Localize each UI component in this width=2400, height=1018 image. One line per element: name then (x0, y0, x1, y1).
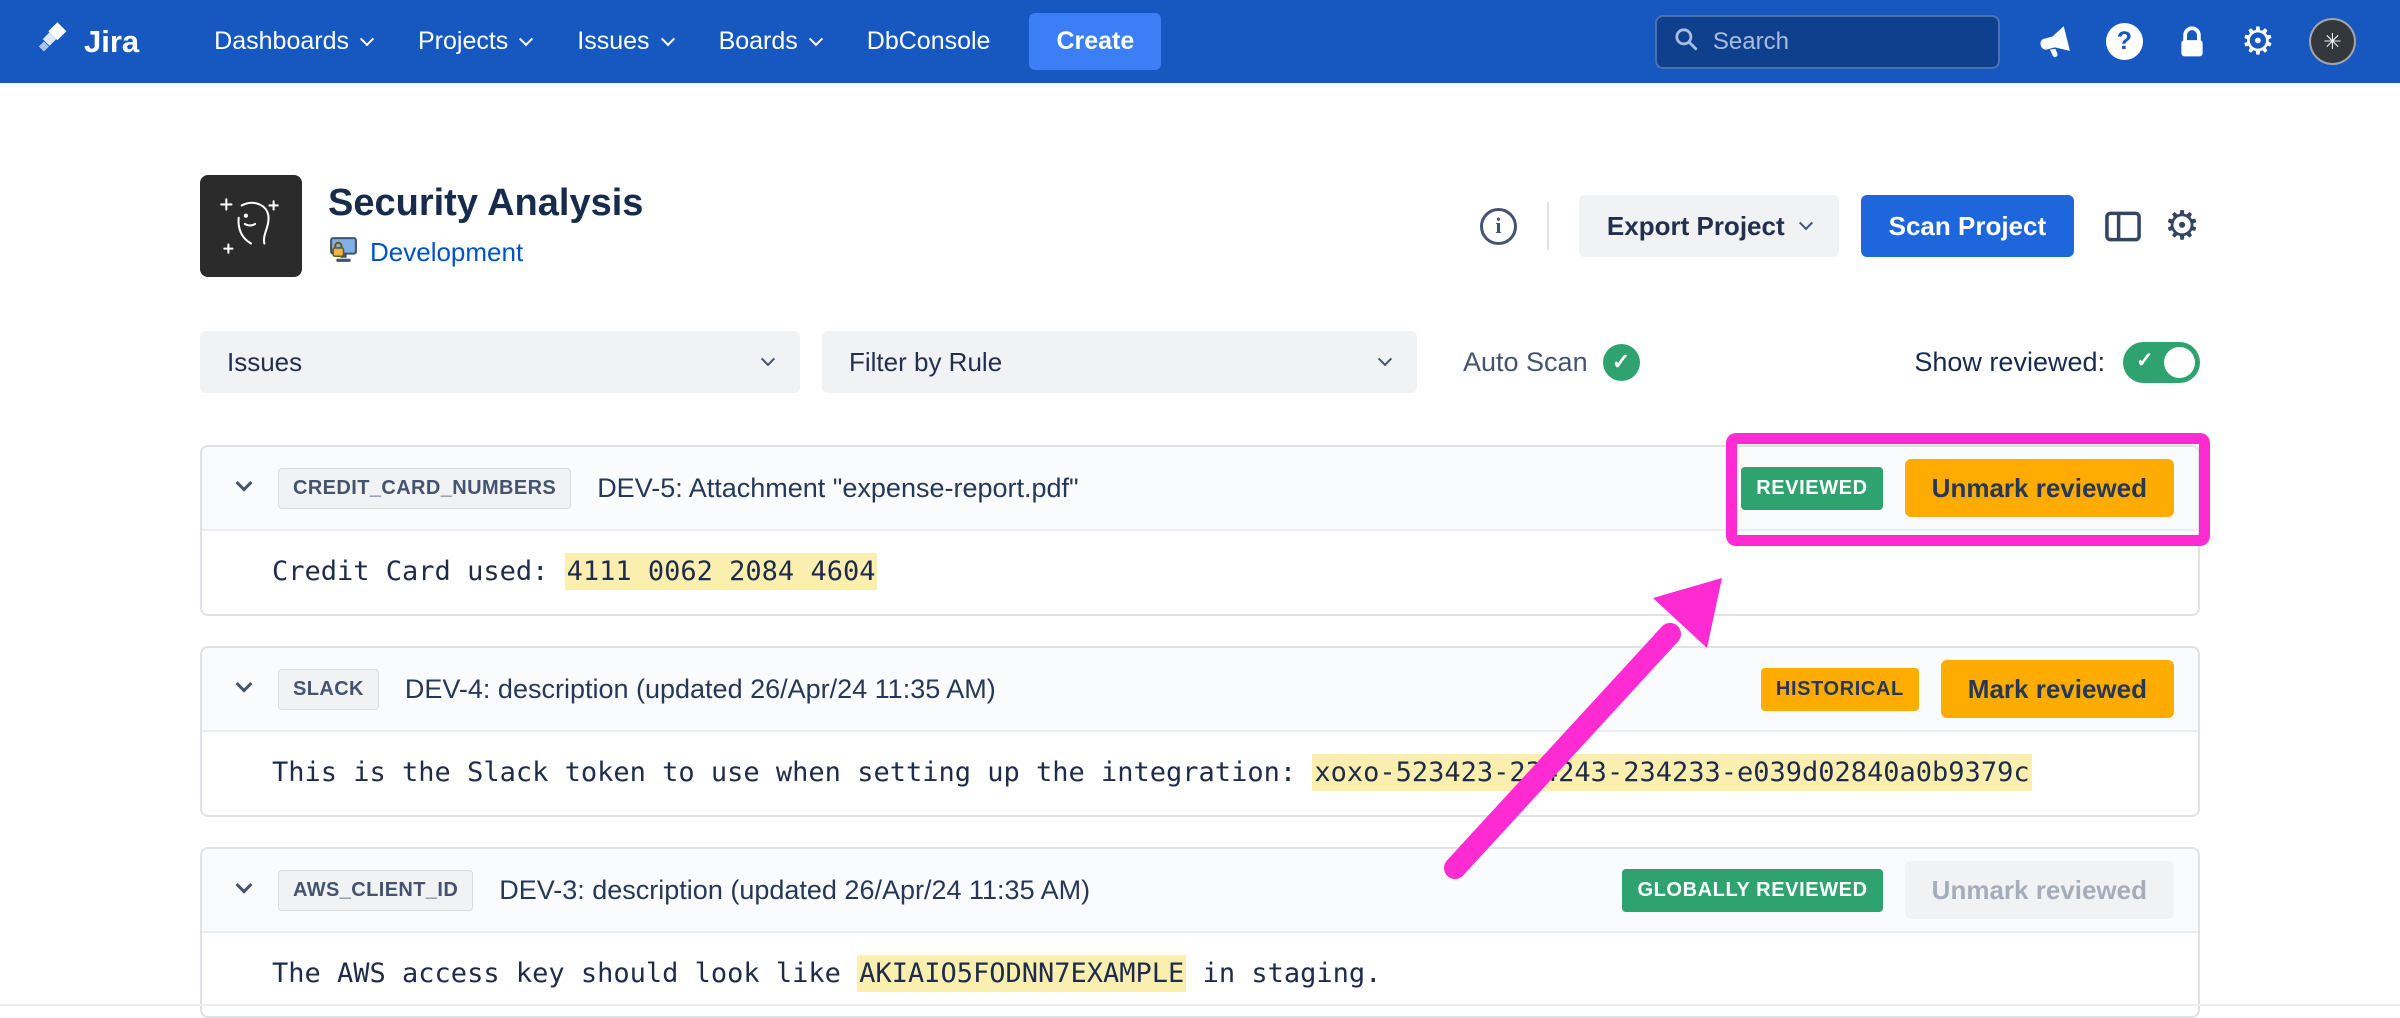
search-input[interactable] (1713, 28, 1982, 56)
content-text: in staging. (1186, 958, 1381, 989)
collapse-chevron-icon[interactable] (238, 479, 250, 497)
nav-item-label: Dashboards (214, 27, 349, 56)
search-icon (1673, 26, 1699, 57)
settings-gear-icon[interactable]: ⚙ (2241, 23, 2275, 61)
nav-item-projects[interactable]: Projects (395, 0, 554, 83)
issue-card-header[interactable]: AWS_CLIENT_ID DEV-3: description (update… (202, 849, 2198, 933)
side-panel-icon[interactable] (2104, 210, 2142, 243)
nav-item-label: Projects (418, 27, 508, 56)
collapse-chevron-icon[interactable] (238, 680, 250, 698)
chevron-down-icon (809, 32, 823, 46)
unmark-reviewed-button-disabled: Unmark reviewed (1905, 861, 2174, 919)
avatar-glyph: ✳ (2323, 29, 2341, 55)
toggle-knob (2164, 347, 2195, 378)
project-avatar (200, 175, 302, 277)
export-project-button[interactable]: Export Project (1579, 195, 1839, 257)
info-icon[interactable]: i (1480, 208, 1517, 245)
status-badge: HISTORICAL (1761, 668, 1919, 711)
rule-badge: CREDIT_CARD_NUMBERS (278, 468, 571, 509)
nav-item-dbconsole[interactable]: DbConsole (844, 0, 1014, 83)
filter-row: Issues Filter by Rule Auto Scan ✓ Show r… (200, 331, 2200, 393)
chevron-down-icon (519, 32, 533, 46)
project-info: Security Analysis Development (328, 182, 643, 270)
nav-item-label: DbConsole (867, 27, 991, 56)
nav-item-dashboards[interactable]: Dashboards (191, 0, 395, 83)
main-content: Security Analysis Development i (200, 175, 2200, 1018)
jira-logo-icon (36, 20, 72, 64)
issues-dropdown[interactable]: Issues (200, 331, 800, 393)
project-subtitle: Development (328, 234, 643, 270)
divider (1547, 202, 1549, 250)
announcements-icon[interactable] (2034, 23, 2072, 61)
top-navbar: Jira Dashboards Projects Issues Boards D… (0, 0, 2400, 83)
chevron-down-icon (1799, 216, 1813, 230)
issue-actions: HISTORICAL Mark reviewed (1761, 660, 2174, 718)
issue-card-dev3: AWS_CLIENT_ID DEV-3: description (update… (200, 847, 2200, 1018)
issue-actions: GLOBALLY REVIEWED Unmark reviewed (1622, 861, 2174, 919)
issue-actions: REVIEWED Unmark reviewed (1741, 459, 2174, 517)
global-search[interactable] (1655, 15, 2000, 69)
bottom-divider (0, 1004, 2400, 1006)
issue-card-header[interactable]: SLACK DEV-4: description (updated 26/Apr… (202, 648, 2198, 732)
auto-scan-check-icon: ✓ (1603, 344, 1640, 381)
toggle-check-glyph: ✓ (2136, 348, 2154, 373)
filter-by-rule-dropdown[interactable]: Filter by Rule (822, 331, 1417, 393)
project-avatar-art (214, 189, 288, 263)
nav-item-boards[interactable]: Boards (696, 0, 844, 83)
issue-card-dev4: SLACK DEV-4: description (updated 26/Apr… (200, 646, 2200, 817)
info-glyph: i (1495, 213, 1501, 239)
nav-item-issues[interactable]: Issues (554, 0, 695, 83)
navbar-right-group: ? ⚙ ✳ (1655, 15, 2356, 69)
help-icon[interactable]: ? (2106, 23, 2143, 60)
rule-badge: SLACK (278, 669, 379, 710)
issue-title: DEV-4: description (updated 26/Apr/24 11… (405, 674, 996, 705)
create-button[interactable]: Create (1029, 13, 1161, 70)
issue-title: DEV-5: Attachment "expense-report.pdf" (597, 473, 1078, 504)
status-badge: REVIEWED (1741, 467, 1882, 510)
issue-card-header[interactable]: CREDIT_CARD_NUMBERS DEV-5: Attachment "e… (202, 447, 2198, 531)
project-type-icon (328, 234, 359, 270)
auto-scan-indicator: Auto Scan ✓ (1463, 344, 1640, 381)
project-link[interactable]: Development (370, 237, 523, 268)
content-text: This is the Slack token to use when sett… (272, 757, 1312, 788)
project-settings-gear-icon[interactable]: ⚙ (2164, 206, 2200, 246)
user-avatar[interactable]: ✳ (2309, 18, 2356, 65)
issue-title: DEV-3: description (updated 26/Apr/24 11… (499, 875, 1090, 906)
chevron-down-icon (660, 32, 674, 46)
page-title: Security Analysis (328, 182, 643, 225)
chevron-down-icon (761, 352, 775, 366)
auto-scan-label: Auto Scan (1463, 347, 1588, 378)
unmark-reviewed-button[interactable]: Unmark reviewed (1905, 459, 2174, 517)
nav-item-label: Boards (719, 27, 798, 56)
scan-project-button[interactable]: Scan Project (1861, 195, 2075, 257)
rule-badge: AWS_CLIENT_ID (278, 870, 473, 911)
content-text: Credit Card used: (272, 556, 565, 587)
show-reviewed-toggle[interactable]: ✓ (2123, 342, 2200, 383)
export-project-label: Export Project (1607, 211, 1785, 242)
sensitive-data-highlight: 4111 0062 2084 4604 (565, 553, 878, 590)
sensitive-data-highlight: AKIAIO5FODNN7EXAMPLE (857, 955, 1186, 992)
jira-logo[interactable]: Jira (36, 20, 139, 64)
chevron-down-icon (1378, 352, 1392, 366)
nav-item-label: Issues (577, 27, 649, 56)
issue-card-dev5: CREDIT_CARD_NUMBERS DEV-5: Attachment "e… (200, 445, 2200, 616)
check-glyph: ✓ (1612, 349, 1630, 375)
header-actions: i Export Project Scan Project ⚙ (1480, 195, 2200, 257)
rule-dropdown-value: Filter by Rule (849, 347, 1002, 378)
content-text: The AWS access key should look like (272, 958, 857, 989)
mark-reviewed-button[interactable]: Mark reviewed (1941, 660, 2174, 718)
lock-icon[interactable] (2177, 24, 2207, 60)
issues-dropdown-value: Issues (227, 347, 302, 378)
help-glyph: ? (2117, 27, 2132, 56)
issue-content: Credit Card used: 4111 0062 2084 4604 (202, 531, 2198, 614)
status-badge: GLOBALLY REVIEWED (1622, 869, 1882, 912)
chevron-down-icon (360, 32, 374, 46)
collapse-chevron-icon[interactable] (238, 881, 250, 899)
show-reviewed-label: Show reviewed: (1914, 347, 2105, 378)
brand-label: Jira (84, 24, 139, 60)
project-header: Security Analysis Development i (200, 175, 2200, 277)
issue-content: This is the Slack token to use when sett… (202, 732, 2198, 815)
sensitive-data-highlight: xoxo-523423-234243-234233-e039d02840a0b9… (1312, 754, 2031, 791)
show-reviewed-control: Show reviewed: ✓ (1914, 342, 2200, 383)
